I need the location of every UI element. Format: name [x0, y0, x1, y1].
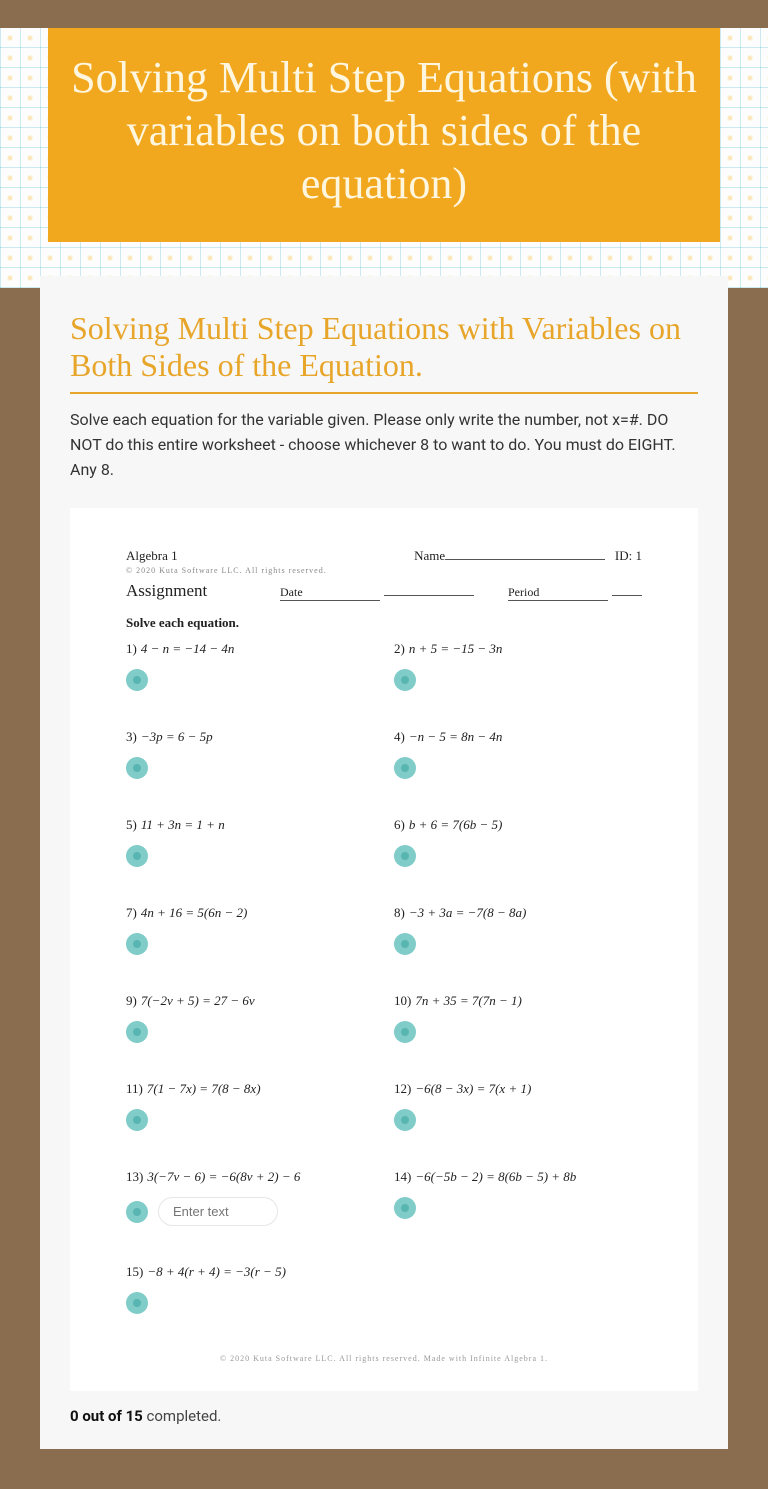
hero-title: Solving Multi Step Equations (with varia… — [68, 52, 700, 210]
problem-11: 11)7(1 − 7x) = 7(8 − 8x) — [126, 1081, 374, 1131]
answer-marker-6[interactable] — [394, 845, 416, 867]
progress-rest: completed. — [143, 1407, 222, 1425]
solve-heading: Solve each equation. — [126, 615, 642, 631]
problem-5: 5)11 + 3n = 1 + n — [126, 817, 374, 867]
worksheet: Algebra 1 Name ID: 1 © 2020 Kuta Softwar… — [70, 508, 698, 1391]
date-label: Date — [280, 585, 380, 601]
problem-1: 1)4 − n = −14 − 4n — [126, 641, 374, 691]
problem-13: 13)3(−7v − 6) = −6(8v + 2) − 6 — [126, 1169, 374, 1226]
answer-marker-11[interactable] — [126, 1109, 148, 1131]
content-card: Solving Multi Step Equations with Variab… — [40, 276, 728, 1449]
period-blank — [612, 595, 642, 596]
period-label: Period — [508, 585, 608, 601]
name-blank — [445, 559, 605, 560]
answer-marker-14[interactable] — [394, 1197, 416, 1219]
name-label: Name — [414, 548, 445, 563]
copyright-bottom: © 2020 Kuta Software LLC. All rights res… — [126, 1354, 642, 1363]
answer-marker-3[interactable] — [126, 757, 148, 779]
answer-marker-10[interactable] — [394, 1021, 416, 1043]
answer-input-13[interactable] — [158, 1197, 278, 1226]
answer-marker-13[interactable] — [126, 1201, 148, 1223]
problem-9: 9)7(−2v + 5) = 27 − 6v — [126, 993, 374, 1043]
problem-10: 10)7n + 35 = 7(7n − 1) — [394, 993, 642, 1043]
answer-marker-1[interactable] — [126, 669, 148, 691]
problem-7: 7)4n + 16 = 5(6n − 2) — [126, 905, 374, 955]
worksheet-header: Algebra 1 Name ID: 1 — [126, 548, 642, 564]
progress-text: 0 out of 15 completed. — [70, 1407, 698, 1425]
problem-3: 3)−3p = 6 − 5p — [126, 729, 374, 779]
answer-marker-2[interactable] — [394, 669, 416, 691]
id-label: ID: 1 — [615, 548, 642, 563]
problem-4: 4)−n − 5 = 8n − 4n — [394, 729, 642, 779]
answer-marker-15[interactable] — [126, 1292, 148, 1314]
answer-marker-5[interactable] — [126, 845, 148, 867]
instructions-text: Solve each equation for the variable giv… — [70, 408, 698, 482]
problem-12: 12)−6(8 − 3x) = 7(x + 1) — [394, 1081, 642, 1131]
copyright-top: © 2020 Kuta Software LLC. All rights res… — [126, 566, 642, 575]
answer-marker-8[interactable] — [394, 933, 416, 955]
assignment-label: Assignment — [126, 581, 207, 601]
hero-banner: Solving Multi Step Equations (with varia… — [48, 28, 720, 242]
date-blank — [384, 595, 474, 596]
answer-marker-4[interactable] — [394, 757, 416, 779]
course-label: Algebra 1 — [126, 548, 178, 564]
problem-6: 6)b + 6 = 7(6b − 5) — [394, 817, 642, 867]
problem-15: 15)−8 + 4(r + 4) = −3(r − 5) — [126, 1264, 374, 1314]
answer-marker-7[interactable] — [126, 933, 148, 955]
answer-marker-9[interactable] — [126, 1021, 148, 1043]
answer-marker-12[interactable] — [394, 1109, 416, 1131]
problem-14: 14)−6(−5b − 2) = 8(6b − 5) + 8b — [394, 1169, 642, 1226]
progress-count: 0 out of 15 — [70, 1407, 143, 1425]
problem-8: 8)−3 + 3a = −7(8 − 8a) — [394, 905, 642, 955]
problem-2: 2)n + 5 = −15 − 3n — [394, 641, 642, 691]
section-title: Solving Multi Step Equations with Variab… — [70, 310, 698, 394]
problems-grid: 1)4 − n = −14 − 4n 2)n + 5 = −15 − 3n 3)… — [126, 641, 642, 1314]
date-period-row: Date Period — [276, 585, 642, 601]
